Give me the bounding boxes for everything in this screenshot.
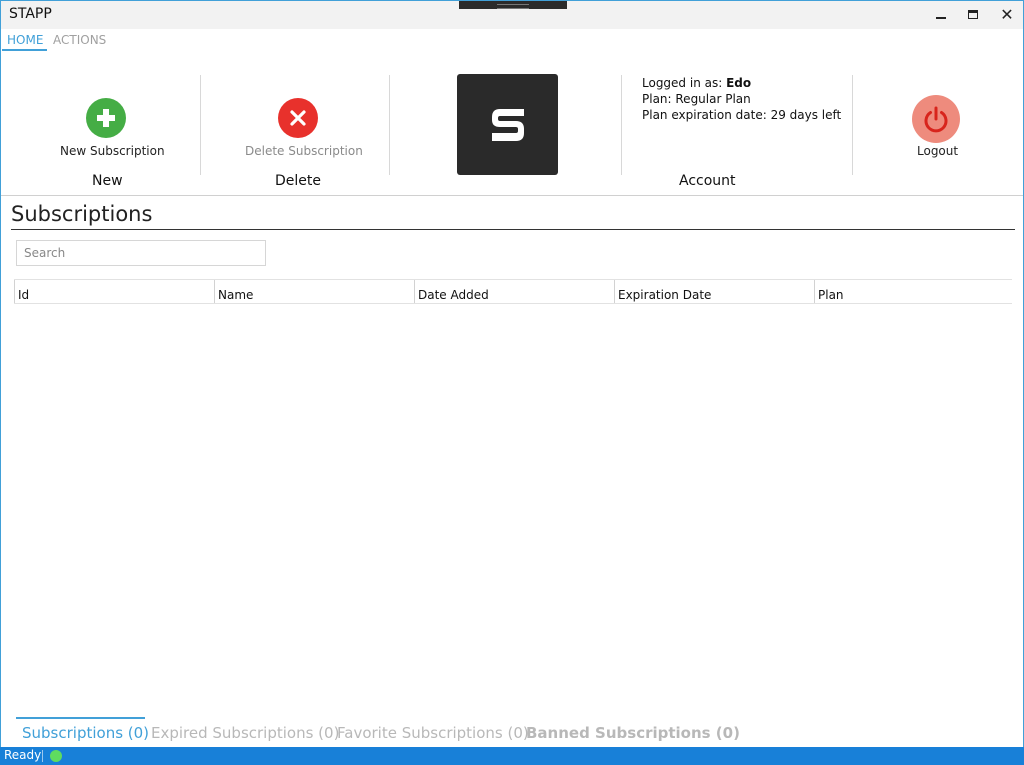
status-separator <box>42 750 43 762</box>
username: Edo <box>726 76 752 90</box>
column-header-expiration-date[interactable]: Expiration Date <box>614 280 814 303</box>
column-header-plan[interactable]: Plan <box>814 280 1012 303</box>
new-group-label: New <box>92 173 123 189</box>
column-header-id[interactable]: Id <box>14 280 214 303</box>
tab-expired-subscriptions[interactable]: Expired Subscriptions (0) <box>151 724 339 742</box>
search-input[interactable] <box>16 240 266 266</box>
power-icon <box>924 106 948 133</box>
status-bar: Ready <box>0 747 1024 765</box>
column-header-date-added[interactable]: Date Added <box>414 280 614 303</box>
tab-subscriptions-underline <box>16 717 145 719</box>
tab-actions[interactable]: ACTIONS <box>53 33 106 47</box>
expiration-line: Plan expiration date: 29 days left <box>642 108 842 122</box>
logo-letter <box>491 108 524 141</box>
logout-label[interactable]: Logout <box>917 144 958 158</box>
ribbon-divider <box>200 75 201 175</box>
app-title: STAPP <box>9 6 52 22</box>
new-subscription-label[interactable]: New Subscription <box>60 144 165 158</box>
delete-subscription-button[interactable] <box>278 98 318 138</box>
tab-home-underline <box>2 49 47 51</box>
title-underline <box>11 229 1015 230</box>
grid-header-bottom-border <box>14 303 1012 304</box>
tab-favorite-subscriptions[interactable]: Favorite Subscriptions (0) <box>337 724 529 742</box>
status-text: Ready <box>4 748 42 762</box>
account-info: Logged in as: Edo Plan: Regular Plan Pla… <box>642 75 841 123</box>
ribbon-divider <box>389 75 390 175</box>
tab-subscriptions[interactable]: Subscriptions (0) <box>22 724 149 742</box>
account-group-label: Account <box>679 173 736 189</box>
app-window: STAPP ✕ HOME ACTIONS New Subscription Ne… <box>0 0 1024 765</box>
tab-home[interactable]: HOME <box>7 33 43 47</box>
new-subscription-button[interactable] <box>86 98 126 138</box>
minimize-button[interactable] <box>930 4 952 24</box>
status-indicator-icon <box>50 750 62 762</box>
close-icon: ✕ <box>1000 4 1014 24</box>
maximize-button[interactable] <box>962 4 984 24</box>
plus-icon <box>97 109 115 127</box>
ribbon-divider <box>852 75 853 175</box>
ribbon-divider <box>621 75 622 175</box>
close-icon <box>290 110 306 126</box>
plan-line: Plan: Regular Plan <box>642 92 751 106</box>
logged-in-line: Logged in as: Edo <box>642 76 752 90</box>
ribbon-divider-bottom <box>1 195 1023 196</box>
delete-subscription-label[interactable]: Delete Subscription <box>245 144 363 158</box>
column-header-name[interactable]: Name <box>214 280 414 303</box>
logout-button[interactable] <box>912 95 960 143</box>
drag-handle[interactable] <box>459 1 567 9</box>
title-bar[interactable]: STAPP ✕ <box>1 1 1023 29</box>
app-logo <box>457 74 558 175</box>
tab-banned-subscriptions[interactable]: Banned Subscriptions (0) <box>526 724 740 742</box>
close-button[interactable]: ✕ <box>996 4 1018 24</box>
maximize-icon <box>968 9 978 19</box>
minimize-icon <box>936 17 946 19</box>
page-title: Subscriptions <box>11 202 153 226</box>
delete-group-label: Delete <box>275 173 321 189</box>
